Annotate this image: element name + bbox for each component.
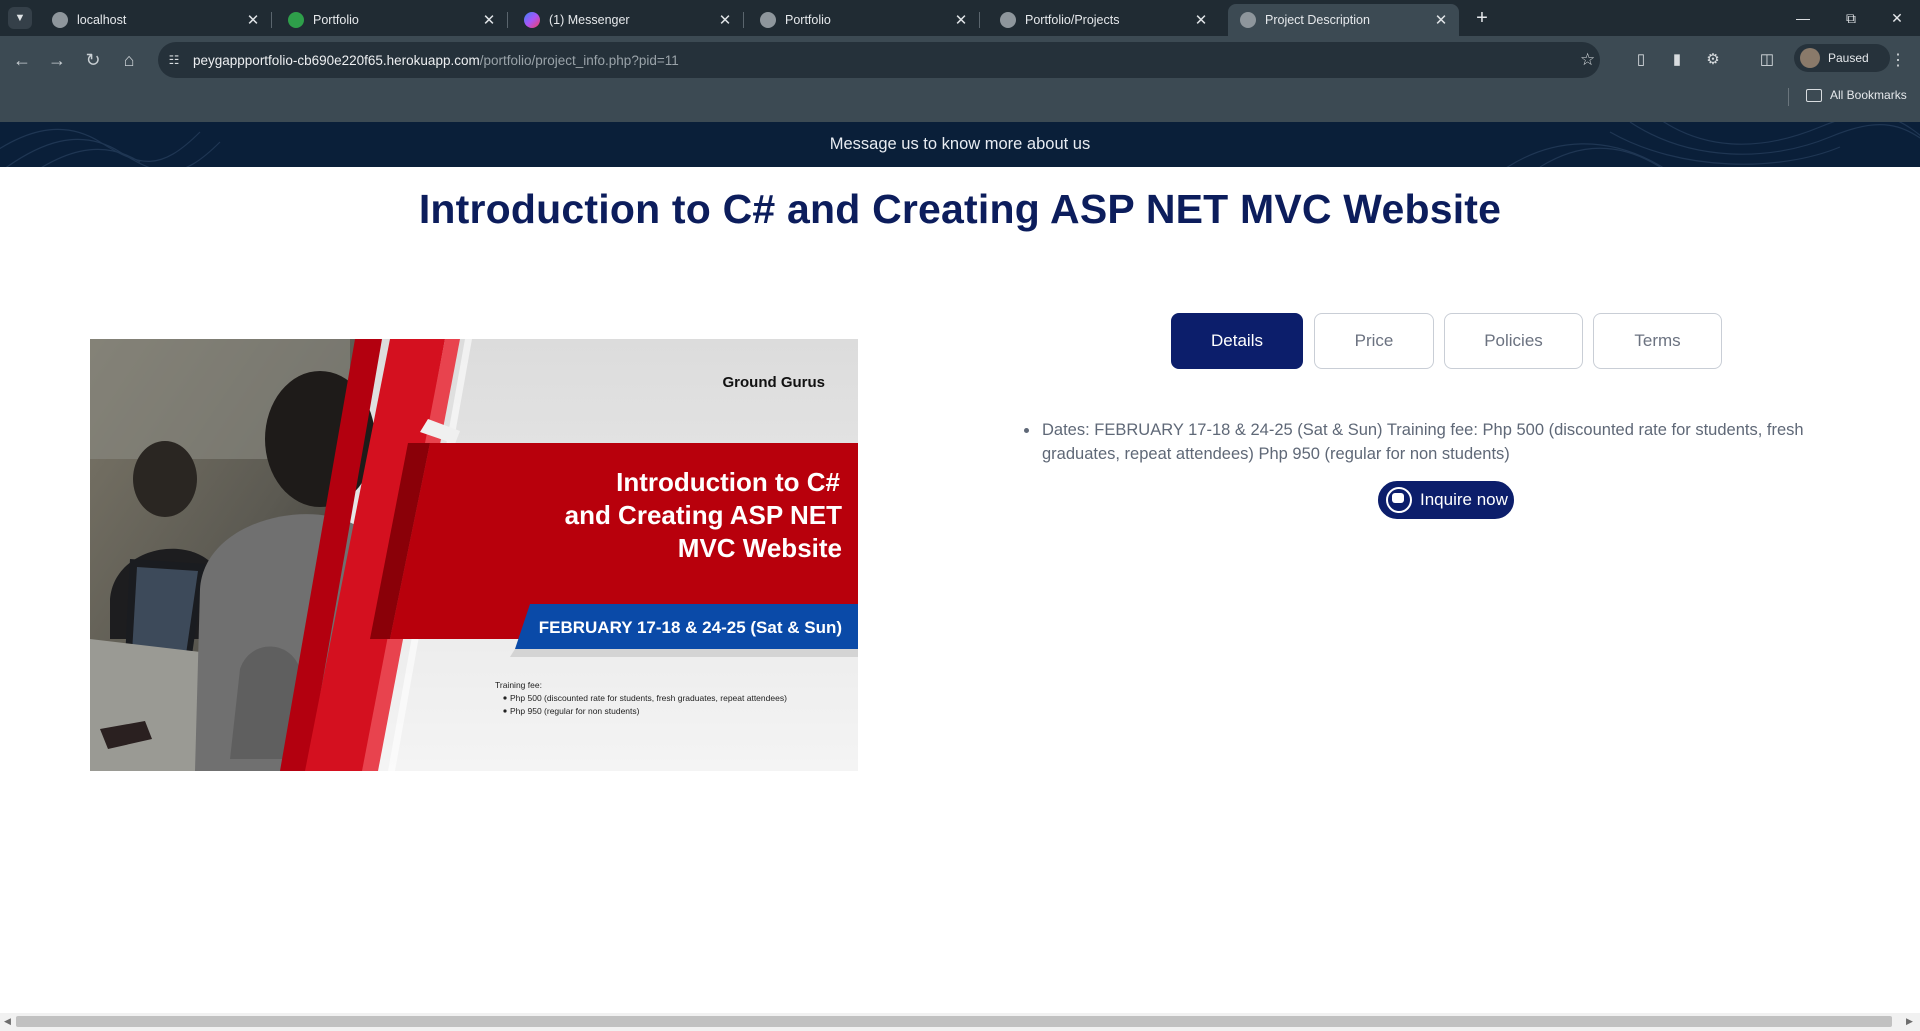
browser-tab-portfolio[interactable]: Portfolio ✕: [276, 4, 508, 36]
chat-icon: [1386, 487, 1412, 513]
tab-policies[interactable]: Policies: [1444, 313, 1583, 369]
globe-icon: [52, 12, 68, 28]
profile-button[interactable]: Paused: [1794, 44, 1890, 72]
all-bookmarks-button[interactable]: All Bookmarks: [1806, 88, 1907, 102]
puzzle-icon[interactable]: ⚙: [1704, 50, 1722, 68]
side-panel-icon[interactable]: ◫: [1758, 50, 1776, 68]
url-host: peygappportfolio-cb690e220f65.herokuapp.…: [193, 53, 480, 68]
tab-title: Portfolio: [785, 13, 831, 27]
inquire-now-button[interactable]: Inquire now: [1378, 481, 1514, 519]
details-item: Dates: FEBRUARY 17-18 & 24-25 (Sat & Sun…: [1022, 418, 1842, 466]
tab-separator: [507, 12, 508, 28]
bookmarks-divider: [1788, 88, 1789, 106]
more-menu-icon[interactable]: ⋮: [1890, 50, 1906, 70]
tab-title: localhost: [77, 13, 127, 27]
site-info-icon[interactable]: ☷: [166, 52, 182, 68]
poster-fee-label: Training fee:: [495, 680, 542, 690]
poster-fee-item: Php 500 (discounted rate for students, f…: [510, 693, 787, 703]
minimize-button[interactable]: —: [1780, 0, 1826, 36]
tab-search-button[interactable]: ▼: [8, 7, 32, 29]
project-poster-image: Ground Gurus Introduction to C# and Crea…: [90, 339, 858, 771]
tab-terms[interactable]: Terms: [1593, 313, 1722, 369]
folder-icon: [1806, 88, 1822, 102]
tab-separator: [743, 12, 744, 28]
close-icon[interactable]: ✕: [243, 11, 263, 29]
messenger-icon: [524, 12, 540, 28]
globe-icon: [1240, 12, 1256, 28]
browser-tab-localhost[interactable]: localhost ✕: [40, 4, 272, 36]
globe-icon: [1000, 12, 1016, 28]
close-icon[interactable]: ✕: [1431, 11, 1451, 29]
details-list: Dates: FEBRUARY 17-18 & 24-25 (Sat & Sun…: [1022, 418, 1842, 466]
close-window-button[interactable]: ✕: [1874, 0, 1920, 36]
scrollbar-thumb[interactable]: [16, 1016, 1892, 1027]
restore-button[interactable]: ⧉: [1828, 0, 1874, 36]
browser-tab-messenger[interactable]: (1) Messenger ✕: [512, 4, 744, 36]
reload-button[interactable]: ↻: [79, 46, 107, 74]
inquire-now-label: Inquire now: [1420, 490, 1508, 509]
poster-headline-line: MVC Website: [678, 533, 842, 563]
top-banner: Message us to know more about us: [0, 122, 1920, 167]
all-bookmarks-label: All Bookmarks: [1830, 88, 1907, 102]
phone-icon[interactable]: ▮: [1668, 50, 1686, 68]
poster-fee-item: Php 950 (regular for non students): [510, 706, 640, 716]
page-title: Introduction to C# and Creating ASP NET …: [418, 186, 1502, 232]
browser-tab-project-description[interactable]: Project Description ✕: [1228, 4, 1459, 36]
poster-dates: FEBRUARY 17-18 & 24-25 (Sat & Sun): [539, 618, 842, 637]
close-icon[interactable]: ✕: [479, 11, 499, 29]
poster-headline-line: Introduction to C#: [616, 467, 840, 497]
browser-tab-portfolio-projects[interactable]: Portfolio/Projects ✕: [988, 4, 1219, 36]
poster-graphic: Ground Gurus Introduction to C# and Crea…: [90, 339, 858, 771]
bookmark-star-icon[interactable]: ☆: [1580, 50, 1595, 70]
tab-separator: [271, 12, 272, 28]
horizontal-scrollbar[interactable]: ◀ ▶: [0, 1013, 1920, 1031]
close-icon[interactable]: ✕: [951, 11, 971, 29]
globe-icon: [760, 12, 776, 28]
poster-headline-line: and Creating ASP NET: [565, 500, 842, 530]
tab-title: (1) Messenger: [549, 13, 630, 27]
banner-message: Message us to know more about us: [829, 135, 1091, 153]
url-text[interactable]: peygappportfolio-cb690e220f65.herokuapp.…: [193, 53, 679, 68]
home-button[interactable]: ⌂: [115, 46, 143, 74]
url-path: /portfolio/project_info.php?pid=11: [479, 53, 679, 68]
avatar: [1800, 48, 1820, 68]
new-tab-button[interactable]: +: [1470, 6, 1494, 30]
tab-details[interactable]: Details: [1171, 313, 1303, 369]
extension-icon[interactable]: ▯: [1632, 50, 1650, 68]
tab-title: Project Description: [1265, 13, 1370, 27]
poster-fee-bullet: [503, 709, 507, 713]
details-panel: Dates: FEBRUARY 17-18 & 24-25 (Sat & Sun…: [1022, 418, 1842, 466]
tab-title: Portfolio/Projects: [1025, 13, 1120, 27]
tab-price[interactable]: Price: [1314, 313, 1434, 369]
tab-title: Portfolio: [313, 13, 359, 27]
poster-brand: Ground Gurus: [723, 374, 826, 391]
back-button[interactable]: ←: [8, 46, 36, 74]
forward-button[interactable]: →: [43, 46, 71, 74]
browser-toolbar: ← → ↻ ⌂ ☷ peygappportfolio-cb690e220f65.…: [0, 36, 1920, 122]
poster-fee-bullet: [503, 696, 507, 700]
close-icon[interactable]: ✕: [715, 11, 735, 29]
browser-tab-strip: ▼ localhost ✕ Portfolio ✕ (1) Messenger …: [0, 0, 1920, 36]
scroll-right-arrow-icon[interactable]: ▶: [1906, 1016, 1913, 1027]
browser-tab-portfolio-2[interactable]: Portfolio ✕: [748, 4, 980, 36]
close-icon[interactable]: ✕: [1191, 11, 1211, 29]
leaf-icon: [288, 12, 304, 28]
profile-status: Paused: [1828, 51, 1869, 65]
tab-separator: [979, 12, 980, 28]
scroll-left-arrow-icon[interactable]: ◀: [4, 1016, 11, 1027]
